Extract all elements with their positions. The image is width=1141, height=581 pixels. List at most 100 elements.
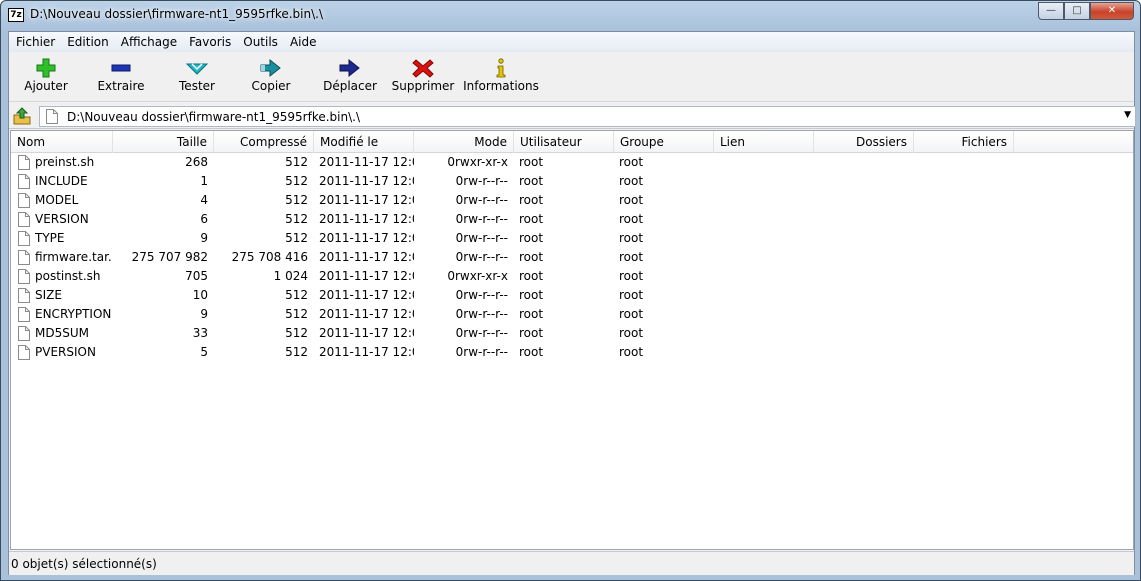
cell-packed: 512 [285, 307, 308, 321]
cell-modified: 2011-11-17 12:07 [319, 212, 414, 226]
cell-user: root [519, 345, 544, 359]
table-row[interactable]: MD5SUM 33 512 2011-11-17 12:07 0rw-r--r-… [11, 324, 1133, 343]
window-title: D:\Nouveau dossier\firmware-nt1_9595rfke… [30, 7, 324, 21]
column-header-taille[interactable]: Taille [113, 131, 214, 153]
menu-aide[interactable]: Aide [284, 35, 323, 49]
file-icon [18, 326, 30, 341]
move-button[interactable]: Déplacer [319, 52, 381, 100]
extract-icon [111, 64, 131, 72]
info-icon [496, 58, 506, 78]
close-button[interactable]: ✕ [1090, 2, 1134, 20]
column-header-dossiers[interactable]: Dossiers [814, 131, 914, 153]
table-row[interactable]: SIZE 10 512 2011-11-17 12:07 0rw-r--r-- … [11, 286, 1133, 305]
column-header-mode[interactable]: Mode [414, 131, 514, 153]
cell-group: root [619, 193, 644, 207]
delete-icon [412, 59, 434, 78]
table-row[interactable]: INCLUDE 1 512 2011-11-17 12:07 0rw-r--r-… [11, 172, 1133, 191]
cell-modified: 2011-11-17 12:07 [319, 326, 414, 340]
cell-name: PVERSION [35, 345, 96, 359]
extract-button[interactable]: Extraire [92, 52, 150, 100]
path-combobox[interactable]: D:\Nouveau dossier\firmware-nt1_9595rfke… [39, 106, 1136, 127]
test-button[interactable]: Tester [168, 52, 226, 100]
column-header-nom[interactable]: Nom [11, 131, 113, 153]
cell-mode: 0rw-r--r-- [455, 231, 508, 245]
column-header-fichiers[interactable]: Fichiers [914, 131, 1014, 153]
cell-name: MODEL [35, 193, 79, 207]
menu-favoris[interactable]: Favoris [183, 35, 237, 49]
menu-affichage[interactable]: Affichage [115, 35, 183, 49]
file-icon [18, 193, 30, 208]
table-row[interactable]: PVERSION 5 512 2011-11-17 12:07 0rw-r--r… [11, 343, 1133, 362]
add-label: Ajouter [24, 79, 68, 93]
cell-user: root [519, 250, 544, 264]
file-icon [18, 345, 30, 360]
cell-group: root [619, 212, 644, 226]
cell-packed: 512 [285, 326, 308, 340]
path-text: D:\Nouveau dossier\firmware-nt1_9595rfke… [67, 110, 361, 124]
cell-mode: 0rw-r--r-- [455, 212, 508, 226]
copy-icon [260, 58, 281, 78]
cell-group: root [619, 307, 644, 321]
file-icon [18, 155, 30, 170]
column-header-lien[interactable]: Lien [714, 131, 814, 153]
list-rows: preinst.sh 268 512 2011-11-17 12:06 0rwx… [11, 153, 1133, 362]
minimize-button[interactable]: — [1038, 2, 1064, 20]
add-button[interactable]: Ajouter [17, 52, 75, 100]
cell-mode: 0rw-r--r-- [455, 326, 508, 340]
table-row[interactable]: firmware.tar.... 275 707 982 275 708 416… [11, 248, 1133, 267]
cell-modified: 2011-11-17 12:07 [319, 174, 414, 188]
table-row[interactable]: TYPE 9 512 2011-11-17 12:07 0rw-r--r-- r… [11, 229, 1133, 248]
cell-user: root [519, 231, 544, 245]
chevron-down-icon[interactable]: ▼ [1124, 110, 1131, 120]
cell-packed: 512 [285, 212, 308, 226]
cell-mode: 0rw-r--r-- [455, 193, 508, 207]
move-icon [339, 58, 360, 78]
column-header-utilisateur[interactable]: Utilisateur [514, 131, 614, 153]
table-row[interactable]: preinst.sh 268 512 2011-11-17 12:06 0rwx… [11, 153, 1133, 172]
column-header-modifie[interactable]: Modifié le [314, 131, 414, 153]
menu-edition[interactable]: Edition [61, 35, 115, 49]
menu-fichier[interactable]: Fichier [10, 35, 61, 49]
file-icon [18, 307, 30, 322]
cell-user: root [519, 269, 544, 283]
client-area: Fichier Edition Affichage Favoris Outils… [8, 31, 1136, 575]
delete-button[interactable]: Supprimer [390, 52, 456, 100]
cell-group: root [619, 269, 644, 283]
copy-button[interactable]: Copier [242, 52, 300, 100]
cell-group: root [619, 345, 644, 359]
table-row[interactable]: postinst.sh 705 1 024 2011-11-17 12:06 0… [11, 267, 1133, 286]
copy-label: Copier [251, 79, 291, 93]
info-button[interactable]: Informations [461, 52, 541, 100]
folder-up-icon[interactable] [13, 107, 31, 125]
table-row[interactable]: MODEL 4 512 2011-11-17 12:07 0rw-r--r-- … [11, 191, 1133, 210]
add-icon [36, 58, 56, 78]
column-header-compresse[interactable]: Compressé [214, 131, 314, 153]
cell-mode: 0rwxr-xr-x [447, 155, 508, 169]
table-row[interactable]: VERSION 6 512 2011-11-17 12:07 0rw-r--r-… [11, 210, 1133, 229]
column-header-groupe[interactable]: Groupe [614, 131, 714, 153]
delete-label: Supprimer [391, 79, 455, 93]
maximize-button[interactable]: □ [1064, 2, 1090, 20]
cell-packed: 512 [285, 174, 308, 188]
cell-size: 6 [200, 212, 208, 226]
cell-mode: 0rwxr-xr-x [447, 269, 508, 283]
table-row[interactable]: ENCRYPTION 9 512 2011-11-17 12:07 0rw-r-… [11, 305, 1133, 324]
file-list[interactable]: Nom Taille Compressé Modifié le Mode Uti… [10, 130, 1134, 550]
cell-name: INCLUDE [35, 174, 88, 188]
app-icon[interactable]: 7z [8, 8, 24, 22]
cell-packed: 512 [285, 231, 308, 245]
cell-group: root [619, 155, 644, 169]
file-icon [18, 174, 30, 189]
toolbar: Ajouter Extraire Tester Copier Déplacer … [9, 52, 1134, 102]
title-bar[interactable]: 7z D:\Nouveau dossier\firmware-nt1_9595r… [1, 1, 1140, 31]
menu-outils[interactable]: Outils [237, 35, 284, 49]
info-label: Informations [463, 79, 539, 93]
cell-packed: 512 [285, 288, 308, 302]
cell-size: 10 [192, 288, 208, 302]
cell-mode: 0rw-r--r-- [455, 250, 508, 264]
file-icon [18, 288, 30, 303]
cell-name: MD5SUM [35, 326, 89, 340]
cell-group: root [619, 174, 644, 188]
test-label: Tester [179, 79, 215, 93]
cell-size: 1 [200, 174, 208, 188]
